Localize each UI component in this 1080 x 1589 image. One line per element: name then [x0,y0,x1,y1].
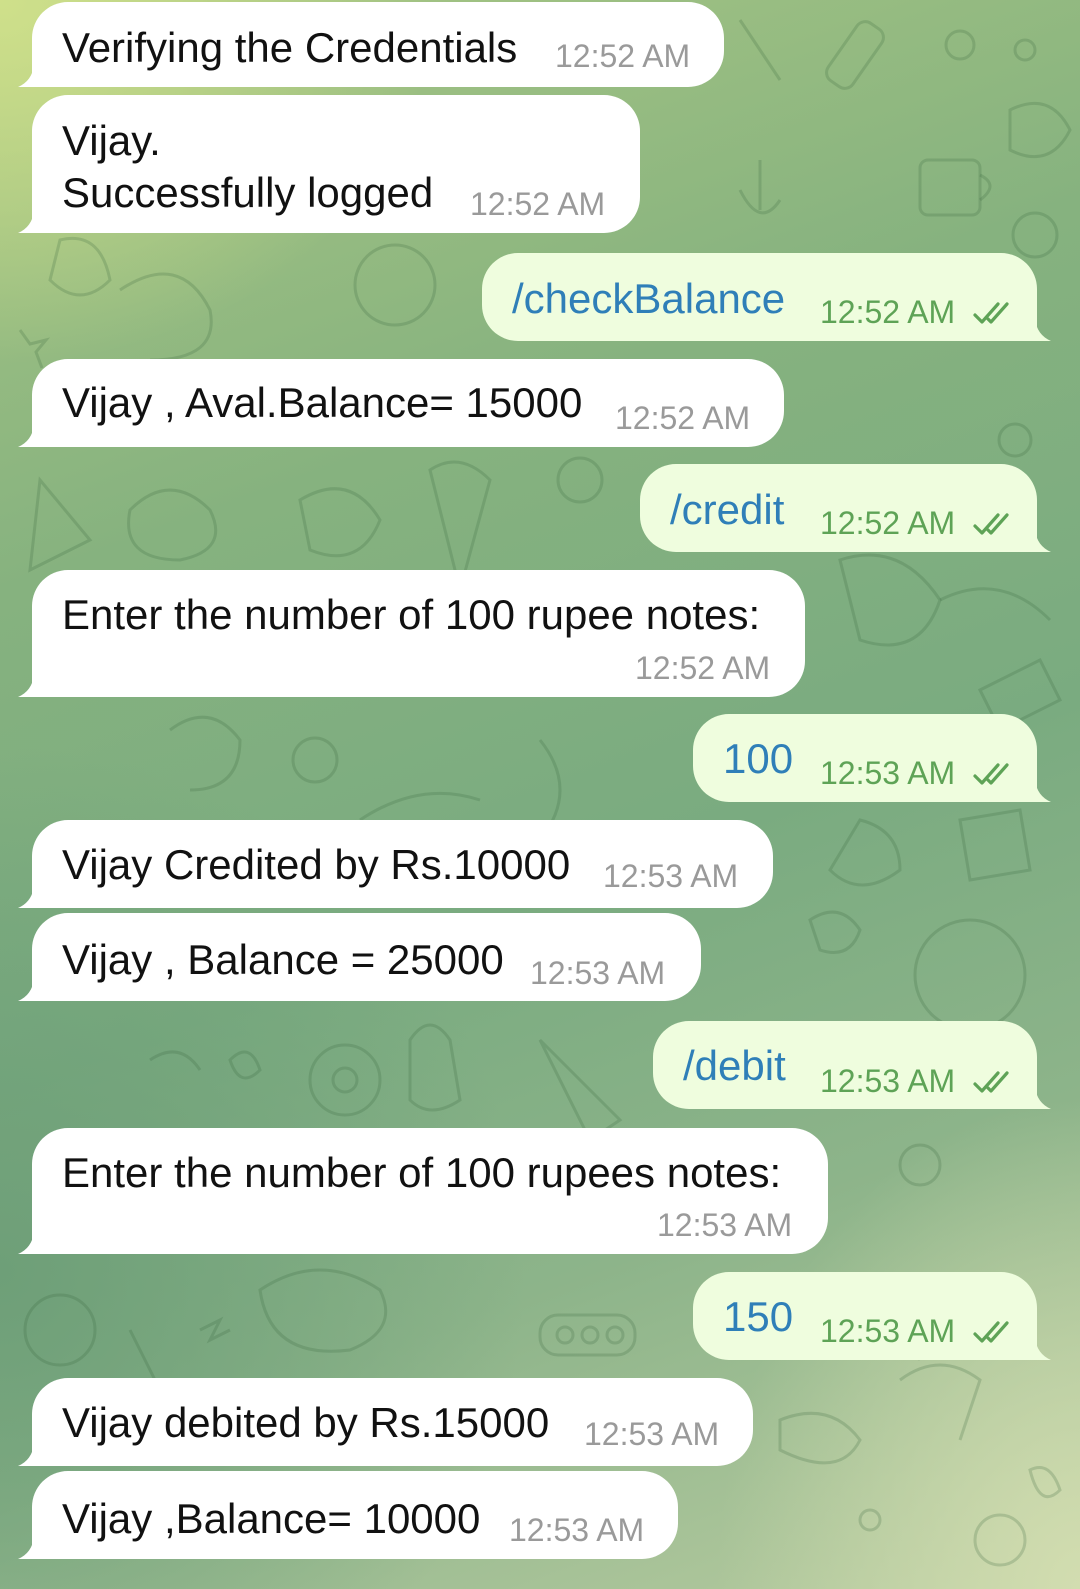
message-timestamp: 12:52 AM [635,650,771,686]
incoming-message-bubble[interactable]: Enter the number of 100 rupee notes: 12:5… [18,570,805,697]
message-timestamp: 12:52 AM [820,294,956,330]
message-text: Vijay Credited by Rs.10000 [62,841,571,888]
bubble-tail-icon [18,1444,44,1466]
outgoing-message-bubble[interactable]: /checkBalance 12:52 AM [482,253,1051,341]
bubble-tail-icon [1025,1087,1051,1109]
message-timestamp: 12:53 AM [820,755,956,791]
message-text: Enter the number of 100 rupee notes: [62,591,761,638]
message-text: Vijay , Aval.Balance= 15000 [62,379,583,426]
double-check-icon [973,763,1009,785]
double-check-icon [973,1321,1009,1343]
message-timestamp: 12:52 AM [555,38,691,74]
bubble-tail-icon [18,675,44,697]
bubble-tail-icon [18,1537,44,1559]
outgoing-message-bubble[interactable]: 150 12:53 AM [693,1272,1051,1360]
double-check-icon [973,1071,1009,1093]
bubble-tail-icon [18,979,44,1001]
message-text: /credit [670,486,785,533]
message-timestamp: 12:53 AM [530,955,666,991]
bubble-tail-icon [1025,780,1051,802]
message-timestamp: 12:53 AM [584,1416,720,1452]
message-timestamp: 12:53 AM [820,1313,956,1349]
message-timestamp: 12:53 AM [603,858,739,894]
message-timestamp: 12:52 AM [615,400,751,436]
outgoing-message-bubble[interactable]: /debit 12:53 AM [653,1021,1051,1109]
message-text: 100 [723,735,794,782]
message-text: Enter the number of 100 rupees notes: [62,1149,782,1196]
double-check-icon [973,302,1009,324]
message-text: Vijay ,Balance= 10000 [62,1495,481,1542]
double-check-icon [973,513,1009,535]
bubble-tail-icon [18,65,44,87]
message-timestamp: 12:53 AM [509,1512,645,1548]
bubble-tail-icon [1025,319,1051,341]
incoming-message-bubble[interactable]: Vijay , Balance = 25000 12:53 AM [18,913,701,1001]
bubble-tail-icon [18,425,44,447]
incoming-message-bubble[interactable]: Vijay. Successfully logged 12:52 AM [18,95,640,233]
message-text: /checkBalance [512,275,786,322]
bubble-tail-icon [18,211,44,233]
outgoing-message-bubble[interactable]: 100 12:53 AM [693,714,1051,802]
bubble-tail-icon [1025,530,1051,552]
incoming-message-bubble[interactable]: Vijay debited by Rs.15000 12:53 AM [18,1378,753,1466]
message-timestamp: 12:52 AM [470,186,606,222]
message-text-line-2: Successfully logged [62,169,434,216]
message-timestamp: 12:52 AM [820,505,956,541]
incoming-message-bubble[interactable]: Verifying the Credentials 12:52 AM [18,2,724,87]
outgoing-message-bubble[interactable]: /credit 12:52 AM [640,464,1051,552]
incoming-message-bubble[interactable]: Vijay , Aval.Balance= 15000 12:52 AM [18,359,784,447]
message-text: Vijay , Balance = 25000 [62,936,504,983]
bubble-tail-icon [1025,1338,1051,1360]
message-text-line-1: Vijay. [62,117,161,164]
message-text: 150 [723,1293,794,1340]
incoming-message-bubble[interactable]: Vijay Credited by Rs.10000 12:53 AM [18,820,773,908]
message-text: /debit [683,1042,786,1089]
bubble-tail-icon [18,1232,44,1254]
bubble-tail-icon [18,886,44,908]
message-timestamp: 12:53 AM [820,1063,956,1099]
message-text: Verifying the Credentials [62,24,518,71]
message-timestamp: 12:53 AM [657,1207,793,1243]
message-text: Vijay debited by Rs.15000 [62,1399,550,1446]
incoming-message-bubble[interactable]: Enter the number of 100 rupees notes: 12:… [18,1128,828,1254]
incoming-message-bubble[interactable]: Vijay ,Balance= 10000 12:53 AM [18,1471,678,1559]
